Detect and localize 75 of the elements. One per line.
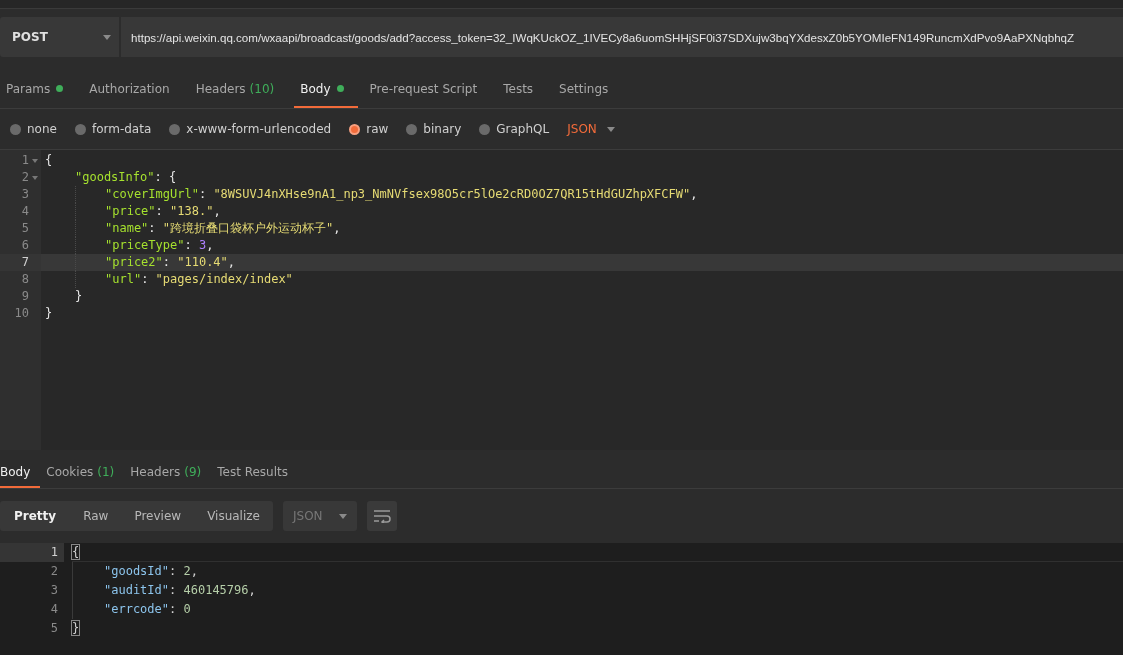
line-number: 10: [14, 305, 29, 322]
radio-label: raw: [366, 122, 389, 136]
line-number: 3: [50, 582, 58, 599]
radio-label: form-data: [91, 122, 152, 136]
code-line: "price2": "110.4",: [105, 254, 236, 271]
code-line: {: [72, 544, 80, 561]
radio-button[interactable]: [10, 123, 21, 135]
radio-option[interactable]: none: [10, 122, 57, 136]
tab[interactable]: Settings: [553, 71, 623, 108]
tab[interactable]: Body: [294, 71, 358, 108]
line-number: 1: [50, 544, 58, 561]
radio-option[interactable]: GraphQL: [479, 122, 550, 136]
line-number: 3: [21, 186, 29, 203]
radio-option[interactable]: raw: [349, 122, 389, 136]
line-number: 8: [21, 271, 29, 288]
tab[interactable]: Pre-request Script: [363, 71, 492, 108]
line-number: 9: [21, 288, 29, 305]
radio-button[interactable]: [74, 123, 86, 135]
format-label: JSON: [567, 122, 597, 136]
view-mode-button[interactable]: Pretty: [0, 501, 71, 531]
tab[interactable]: Body: [0, 458, 41, 488]
line-number: 7: [21, 254, 29, 271]
method-dropdown[interactable]: POST: [0, 17, 119, 57]
method-label: POST: [12, 30, 48, 44]
radio-label: binary: [423, 122, 462, 136]
format-label: JSON: [292, 509, 323, 523]
caret-icon: [606, 126, 615, 132]
radio-option[interactable]: form-data: [74, 122, 152, 136]
radio-button[interactable]: [406, 123, 418, 135]
caret-icon: [338, 513, 347, 519]
line-number: 2: [50, 563, 58, 580]
tab[interactable]: Authorization: [83, 71, 184, 108]
code-line: "price": "138.",: [105, 203, 221, 220]
code-line: "goodsInfo": {: [75, 169, 177, 186]
line-number: 2: [21, 169, 29, 186]
line-number: 4: [50, 601, 58, 618]
code-line: "name": "跨境折叠口袋杯户外运动杯子",: [105, 220, 341, 237]
wrap-lines-icon: [372, 509, 391, 523]
radio-option[interactable]: binary: [406, 122, 462, 136]
caret-icon: [103, 34, 111, 40]
tab[interactable]: Headers (9): [130, 458, 212, 488]
code-line: }: [45, 305, 53, 322]
tab[interactable]: Headers (10): [189, 71, 289, 108]
code-area[interactable]: { "goodsId": 2, "auditId": 460145796, "errcode": 0 }: [64, 543, 1123, 655]
code-line: }: [75, 288, 83, 305]
code-line: {: [45, 152, 53, 169]
tab[interactable]: Cookies (1): [46, 458, 125, 488]
radio-button[interactable]: [169, 123, 181, 135]
url-field[interactable]: https://api.weixin.qq.com/wxaapi/broadcast/goods/add?access_token=32_IWqKUckOZ_1IVECy8a6uomSHHjSF0i37SDXujw3bqYXdesxZ0b5YOMIeFN149RuncmXdPvo9AaPXNqbhqZ: [121, 17, 1123, 57]
tab[interactable]: Params: [0, 71, 78, 108]
code-line: "auditId": 460145796,: [104, 582, 256, 599]
radio-button[interactable]: [349, 123, 361, 135]
code-line: }: [72, 620, 80, 637]
code-line: "url": "pages/index/index": [105, 271, 293, 288]
line-number: 5: [21, 220, 29, 237]
fold-arrow-icon[interactable]: [32, 175, 38, 180]
radio-button[interactable]: [479, 123, 491, 135]
code-line: "coverImgUrl": "8WSUVJ4nXHse9nA1_np3_NmNVfsex98O5cr5lOe2cRD0OZ7QR15tHdGUZhpXFCFW",: [105, 186, 698, 203]
wrap-lines-button[interactable]: [366, 501, 397, 531]
line-number: 6: [21, 237, 29, 254]
view-mode-button[interactable]: Preview: [121, 501, 195, 531]
format-dropdown[interactable]: JSON: [567, 122, 615, 136]
code-line: "goodsId": 2,: [104, 563, 198, 580]
view-mode-button[interactable]: Raw: [70, 501, 122, 531]
view-mode-button[interactable]: Visualize: [194, 501, 273, 531]
line-number: 5: [50, 620, 58, 637]
tab[interactable]: Tests: [497, 71, 548, 108]
code-line: "priceType": 3,: [105, 237, 214, 254]
radio-label: GraphQL: [496, 122, 550, 136]
fold-arrow-icon[interactable]: [32, 158, 38, 163]
tab[interactable]: Test Results: [217, 458, 298, 488]
line-number: 1: [21, 152, 29, 169]
radio-label: none: [27, 122, 57, 136]
line-number: 4: [21, 203, 29, 220]
code-line: "errcode": 0: [104, 601, 191, 618]
